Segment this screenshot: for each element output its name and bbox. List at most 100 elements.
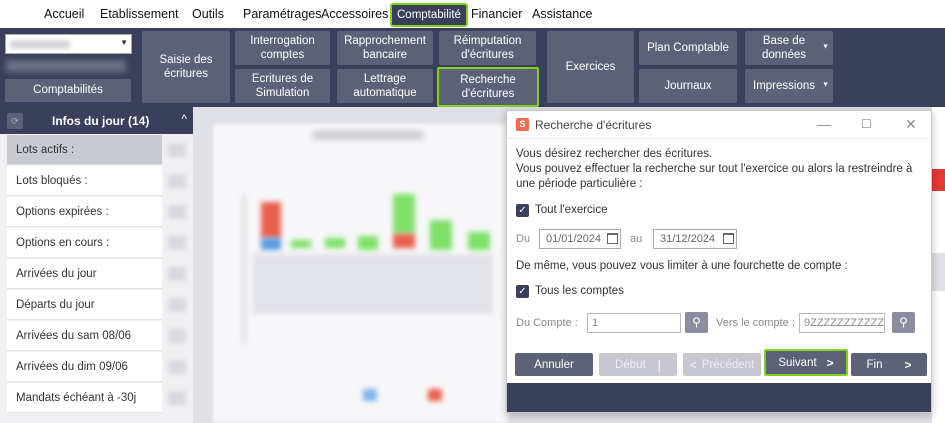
exercices-button[interactable]: Exercices: [547, 31, 634, 103]
infos-du-jour-header[interactable]: ⟳ Infos du jour (14) ^: [0, 107, 193, 134]
list-item[interactable]: Arrivées du dim 09/06: [7, 352, 162, 382]
establishment-select[interactable]: ▼: [5, 34, 132, 54]
menu-comptabilite[interactable]: Comptabilité: [390, 3, 468, 27]
au-label: au: [630, 233, 643, 245]
vers-compte-label: Vers le compte :: [716, 317, 795, 329]
list-item[interactable]: Mandats échéant à -30j: [7, 383, 162, 413]
menu-parametrages[interactable]: Paramétrages: [243, 7, 322, 21]
vers-compte-field[interactable]: 9ZZZZZZZZZZZ: [799, 313, 885, 333]
date-to-value: 31/12/2024: [660, 233, 716, 245]
blurred-chart: [213, 124, 508, 423]
chevron-up-icon[interactable]: ^: [181, 112, 187, 126]
tout-exercice-checkbox[interactable]: ✓: [516, 204, 529, 217]
item-count: [168, 236, 186, 250]
base-donnees-label: Base de données: [761, 34, 807, 61]
list-item[interactable]: Départs du jour: [7, 290, 162, 320]
list-item[interactable]: Lots actifs :: [7, 135, 162, 165]
dialog-intro-line3: une période particulière :: [516, 178, 643, 190]
right-panel-edge: [932, 107, 945, 423]
dialog-compte-text: De même, vous pouvez vous limiter à une …: [516, 260, 848, 272]
calendar-icon[interactable]: [723, 233, 734, 244]
comptabilites-button[interactable]: Comptabilités: [5, 79, 131, 102]
menu-bar: Accueil Etablissement Outils Paramétrage…: [0, 0, 945, 28]
base-donnees-button[interactable]: Base de données ▼: [745, 31, 833, 65]
minimize-icon[interactable]: —: [817, 116, 831, 132]
list-item[interactable]: Options en cours :: [7, 228, 162, 258]
item-count: [168, 267, 186, 281]
ecritures-simulation-button[interactable]: Ecritures de Simulation: [235, 69, 330, 103]
date-to-field[interactable]: 31/12/2024: [653, 229, 737, 249]
ribbon-toolbar: ▼ Comptabilités Saisie des écritures Int…: [0, 28, 945, 107]
impressions-button[interactable]: Impressions ▼: [745, 69, 833, 103]
infos-du-jour-title: Infos du jour (14): [52, 114, 150, 128]
reimputation-ecritures-button[interactable]: Réimputation d'écritures: [439, 31, 536, 65]
debut-button[interactable]: Début |: [599, 353, 677, 376]
interrogation-comptes-button[interactable]: Interrogation comptes: [235, 31, 330, 65]
recherche-ecritures-button[interactable]: Recherche d'écritures: [437, 67, 539, 107]
dialog-titlebar: S Recherche d'écritures — ☐ ✕: [507, 111, 931, 139]
chevron-down-icon: ▼: [120, 38, 128, 47]
close-icon[interactable]: ✕: [905, 116, 917, 133]
plan-comptable-button[interactable]: Plan Comptable: [639, 31, 737, 65]
precedent-button[interactable]: < Précédent: [683, 353, 761, 376]
item-count: [168, 205, 186, 219]
menu-accueil[interactable]: Accueil: [44, 7, 84, 21]
fin-button[interactable]: Fin >: [851, 353, 927, 376]
rapprochement-bancaire-button[interactable]: Rapprochement bancaire: [337, 31, 433, 65]
date-from-value: 01/01/2024: [546, 233, 602, 245]
du-compte-field[interactable]: 1: [587, 313, 681, 333]
date-from-field[interactable]: 01/01/2024: [539, 229, 621, 249]
item-count: [168, 329, 186, 343]
dialog-intro-line1: Vous désirez rechercher des écritures.: [516, 148, 713, 160]
calendar-icon[interactable]: [607, 233, 618, 244]
caret-down-icon: ▼: [822, 43, 829, 51]
chevron-right-icon: >: [826, 355, 834, 370]
menu-assistance[interactable]: Assistance: [532, 7, 592, 21]
item-count: [168, 360, 186, 374]
blurred-value: [10, 40, 70, 49]
recherche-ecritures-dialog: S Recherche d'écritures — ☐ ✕ Vous désir…: [506, 110, 932, 413]
chevron-right-icon: >: [904, 357, 912, 372]
item-count: [168, 143, 186, 157]
menu-outils[interactable]: Outils: [192, 7, 224, 21]
debut-label: Début: [614, 358, 646, 371]
blurred-info: [6, 60, 126, 72]
dialog-intro-line2: Vous pouvez effectuer la recherche sur t…: [516, 163, 913, 175]
suivant-button[interactable]: Suivant >: [764, 349, 848, 376]
tous-comptes-label: Tous les comptes: [535, 285, 624, 297]
search-icon[interactable]: ⚲: [685, 312, 708, 333]
lettrage-automatique-button[interactable]: Lettrage automatique: [337, 69, 433, 103]
du-compte-label: Du Compte :: [516, 317, 578, 329]
dialog-title: Recherche d'écritures: [535, 118, 652, 132]
caret-down-icon: ▼: [822, 81, 829, 89]
chevron-left-double-icon: |: [657, 357, 662, 372]
item-count: [168, 391, 186, 405]
precedent-label: Précédent: [701, 358, 755, 371]
app-icon: S: [516, 118, 529, 131]
annuler-button[interactable]: Annuler: [515, 353, 593, 376]
chevron-left-icon: <: [689, 357, 697, 372]
refresh-icon[interactable]: ⟳: [7, 113, 23, 129]
impressions-label: Impressions: [753, 79, 815, 92]
tout-exercice-label: Tout l'exercice: [535, 204, 608, 216]
saisie-ecritures-button[interactable]: Saisie des écritures: [142, 31, 230, 103]
item-count: [168, 298, 186, 312]
du-label: Du: [516, 233, 531, 245]
menu-financier[interactable]: Financier: [471, 7, 522, 21]
red-bar: [932, 169, 945, 191]
suivant-label: Suivant: [778, 356, 817, 369]
list-item[interactable]: Arrivées du sam 08/06: [7, 321, 162, 351]
menu-etablissement[interactable]: Etablissement: [100, 7, 179, 21]
journaux-button[interactable]: Journaux: [639, 69, 737, 103]
item-count: [168, 174, 186, 188]
menu-accessoires[interactable]: Accessoires: [321, 7, 388, 21]
list-item[interactable]: Options expirées :: [7, 197, 162, 227]
fin-label: Fin: [866, 358, 883, 371]
maximize-icon[interactable]: ☐: [861, 117, 872, 131]
list-item[interactable]: Arrivées du jour: [7, 259, 162, 289]
left-panel: ⟳ Infos du jour (14) ^ Lots actifs : Lot…: [0, 107, 193, 423]
list-item[interactable]: Lots bloqués :: [7, 166, 162, 196]
dialog-footer: [507, 383, 931, 412]
search-icon[interactable]: ⚲: [892, 312, 915, 333]
tous-comptes-checkbox[interactable]: ✓: [516, 285, 529, 298]
